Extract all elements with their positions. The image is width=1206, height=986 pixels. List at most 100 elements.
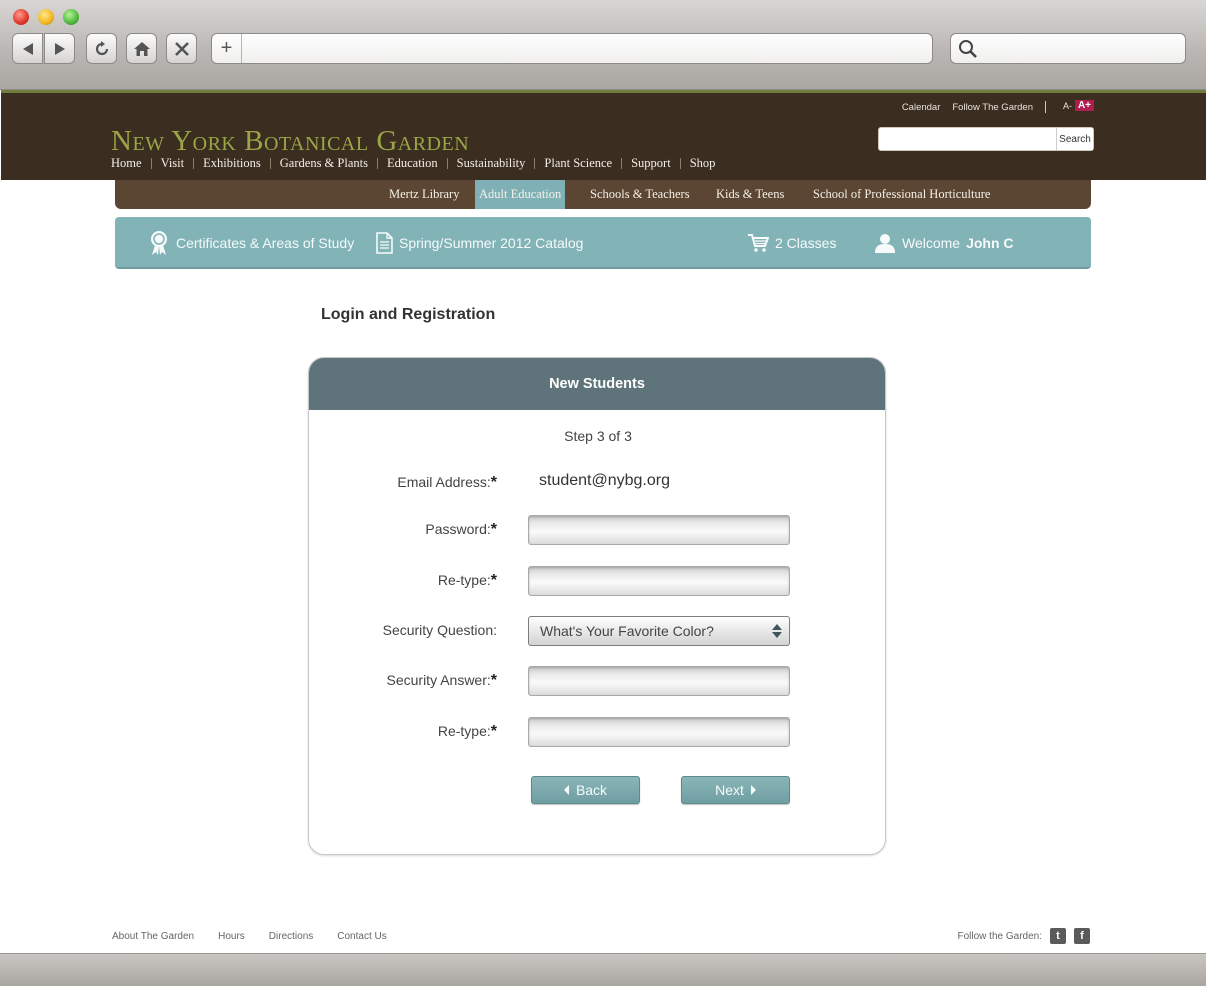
site-search-input[interactable]	[879, 128, 1056, 150]
nav-home[interactable]: Home	[111, 156, 142, 171]
required-marker: *	[490, 474, 497, 491]
nav-divider	[376, 158, 378, 169]
address-bar[interactable]: +	[211, 33, 933, 64]
award-ribbon-icon	[151, 231, 167, 255]
subnav-schools-teachers[interactable]: Schools & Teachers	[586, 180, 694, 209]
forward-arrow-icon	[54, 42, 65, 55]
email-label: Email Address:*	[397, 474, 497, 491]
nav-sustainability[interactable]: Sustainability	[457, 156, 526, 171]
select-arrows-icon	[772, 624, 782, 638]
site-header: Calendar Follow The Garden A- A+ New Yor…	[1, 90, 1206, 180]
security-question-select[interactable]: What's Your Favorite Color?	[528, 616, 790, 646]
step-indicator: Step 3 of 3	[564, 428, 632, 444]
site-search-button[interactable]: Search	[1056, 128, 1093, 150]
account-link[interactable]: Welcome John C	[874, 217, 1014, 269]
nav-divider	[193, 158, 195, 169]
back-button-label: Back	[575, 782, 608, 798]
security-answer-field[interactable]	[528, 666, 790, 696]
footer-about-link[interactable]: About The Garden	[112, 931, 194, 942]
nav-plant-science[interactable]: Plant Science	[544, 156, 612, 171]
nav-divider	[621, 158, 623, 169]
registration-card: New Students Step 3 of 3 Email Address:*…	[308, 357, 886, 855]
browser-stop-button[interactable]	[166, 33, 197, 64]
nav-divider	[150, 158, 152, 169]
user-name: John C	[966, 235, 1014, 251]
next-button[interactable]: Next	[681, 776, 790, 804]
catalog-link[interactable]: Spring/Summer 2012 Catalog	[375, 217, 583, 269]
footer-links: About The Garden Hours Directions Contac…	[112, 931, 387, 942]
nav-visit[interactable]: Visit	[161, 156, 185, 171]
subnav-kids-teens[interactable]: Kids & Teens	[712, 180, 788, 209]
twitter-icon[interactable]: t	[1050, 928, 1066, 944]
browser-home-button[interactable]	[126, 33, 157, 64]
nav-divider	[679, 158, 681, 169]
retype-answer-row: Re-type:*	[309, 717, 885, 747]
certificates-link[interactable]: Certificates & Areas of Study	[148, 217, 354, 269]
reload-icon	[95, 40, 108, 55]
browser-forward-button[interactable]	[44, 33, 75, 64]
user-icon	[875, 234, 895, 253]
sub-nav: Mertz Library Adult Education Schools & …	[115, 180, 1091, 209]
subnav-professional-horticulture[interactable]: School of Professional Horticulture	[809, 180, 994, 209]
nav-shop[interactable]: Shop	[690, 156, 716, 171]
util-divider	[1045, 101, 1046, 113]
font-decrease-button[interactable]: A-	[1063, 101, 1072, 111]
nav-divider	[269, 158, 271, 169]
nav-gardens-plants[interactable]: Gardens & Plants	[280, 156, 368, 171]
nav-divider	[446, 158, 448, 169]
browser-chrome: +	[0, 0, 1206, 90]
browser-search-field[interactable]	[950, 33, 1186, 64]
footer-hours-link[interactable]: Hours	[218, 931, 245, 942]
font-size-controls: A- A+	[1063, 100, 1094, 111]
password-label: Password:*	[425, 521, 497, 538]
program-bar: Certificates & Areas of Study Spring/Sum…	[115, 217, 1091, 269]
browser-back-button[interactable]	[12, 33, 43, 64]
follow-the-garden-link[interactable]: Follow The Garden	[952, 102, 1033, 113]
required-marker: *	[490, 572, 497, 589]
footer-contact-link[interactable]: Contact Us	[337, 931, 386, 942]
cart-count-label: 2 Classes	[775, 235, 837, 251]
browser-status-bar	[0, 953, 1206, 986]
retype-password-field[interactable]	[528, 566, 790, 596]
font-increase-button[interactable]: A+	[1074, 100, 1094, 111]
email-row: Email Address:* student@nybg.org	[309, 468, 885, 498]
cart-link[interactable]: 2 Classes	[747, 217, 836, 269]
site-search-box: Search	[878, 127, 1094, 151]
security-question-label: Security Question:	[382, 622, 497, 638]
back-button[interactable]: Back	[531, 776, 640, 804]
back-arrow-icon	[22, 42, 33, 55]
retype-password-row: Re-type:*	[309, 566, 885, 596]
facebook-icon[interactable]: f	[1074, 928, 1090, 944]
password-field[interactable]	[528, 515, 790, 545]
follow-section: Follow the Garden: t f	[957, 928, 1090, 944]
certificates-label: Certificates & Areas of Study	[176, 235, 355, 251]
required-marker: *	[490, 521, 497, 538]
retype-answer-label: Re-type:*	[437, 723, 497, 740]
calendar-link[interactable]: Calendar	[902, 102, 941, 113]
security-question-value: What's Your Favorite Color?	[540, 623, 714, 639]
footer-directions-link[interactable]: Directions	[269, 931, 313, 942]
nav-education[interactable]: Education	[387, 156, 438, 171]
shopping-cart-icon	[748, 234, 769, 252]
search-icon	[959, 40, 977, 58]
add-bookmark-icon[interactable]: +	[212, 34, 242, 63]
caret-left-icon	[563, 785, 569, 795]
browser-reload-button[interactable]	[86, 33, 117, 64]
nav-divider	[534, 158, 536, 169]
nav-exhibitions[interactable]: Exhibitions	[203, 156, 261, 171]
nav-support[interactable]: Support	[631, 156, 671, 171]
subnav-mertz-library[interactable]: Mertz Library	[385, 180, 463, 209]
close-window-button[interactable]	[13, 9, 29, 25]
zoom-window-button[interactable]	[63, 9, 79, 25]
stop-x-icon	[174, 41, 189, 56]
subnav-adult-education[interactable]: Adult Education	[475, 180, 566, 209]
site-logo[interactable]: New York Botanical Garden	[111, 125, 469, 158]
minimize-window-button[interactable]	[38, 9, 54, 25]
security-answer-row: Security Answer:*	[309, 666, 885, 696]
retype-password-label: Re-type:*	[437, 572, 497, 589]
page-title: Login and Registration	[321, 306, 496, 323]
required-marker: *	[490, 723, 497, 740]
follow-label: Follow the Garden:	[957, 930, 1043, 942]
retype-answer-field[interactable]	[528, 717, 790, 747]
password-row: Password:*	[309, 515, 885, 545]
